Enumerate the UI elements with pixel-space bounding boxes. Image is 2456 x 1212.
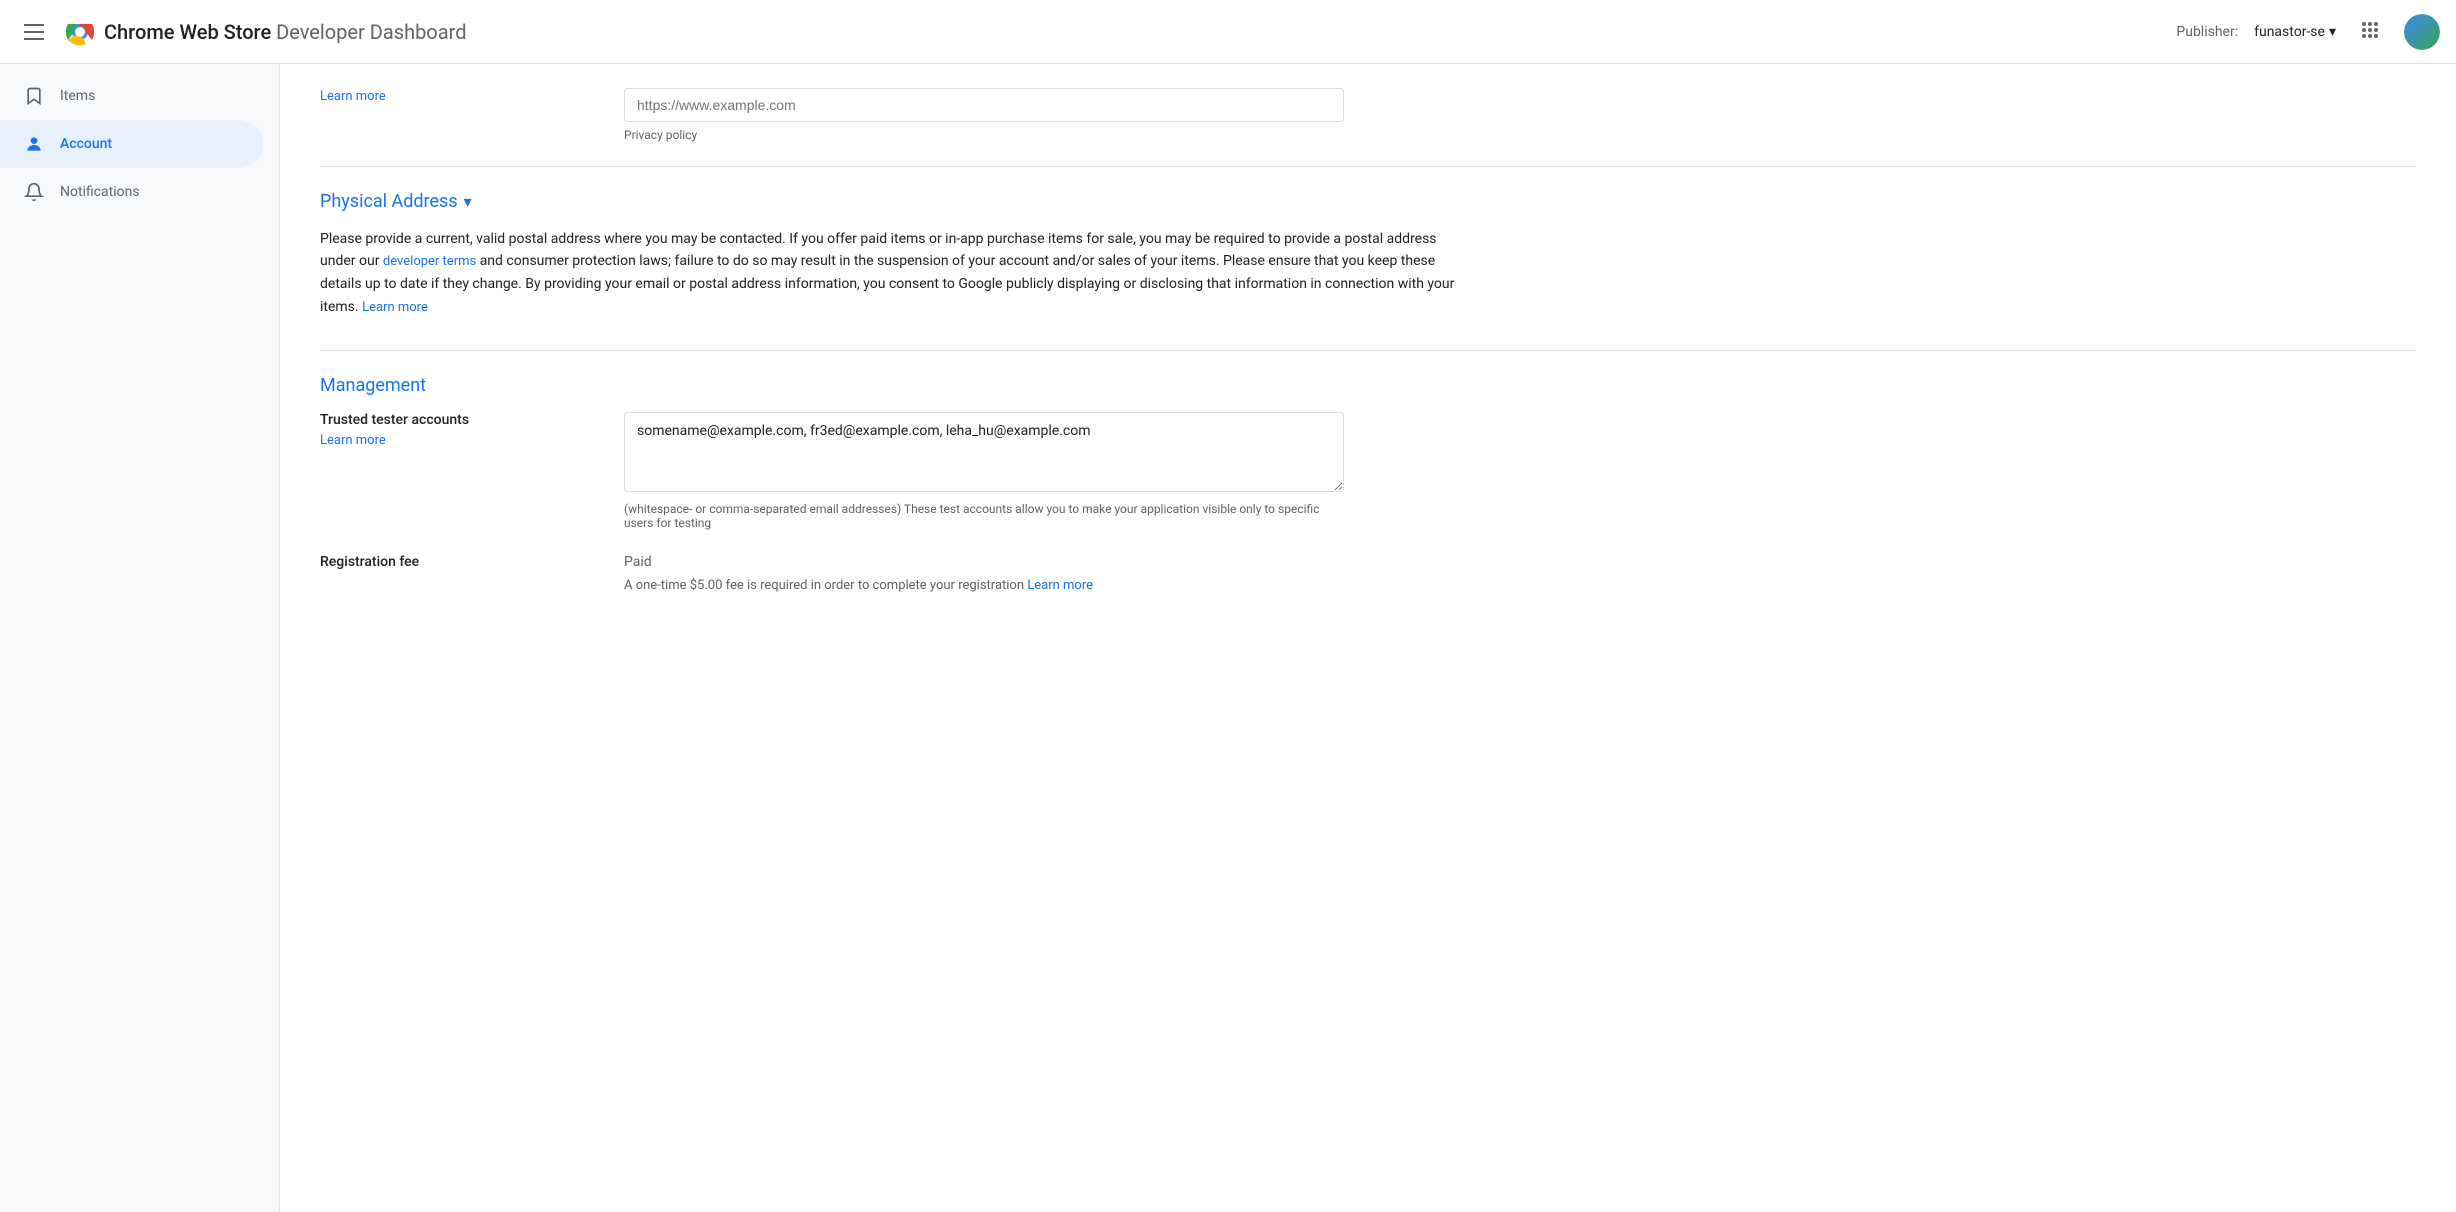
physical-address-description: Please provide a current, valid postal a… — [320, 228, 1460, 318]
privacy-policy-input[interactable] — [624, 88, 1344, 122]
chrome-logo-icon — [64, 16, 96, 48]
bookmark-icon — [24, 86, 44, 106]
registration-fee-row: Registration fee Paid A one-time $5.00 f… — [320, 554, 2416, 593]
physical-address-section: Physical Address ▾ Please provide a curr… — [320, 191, 2416, 318]
apps-grid-icon[interactable] — [2352, 12, 2388, 52]
divider-2 — [320, 350, 2416, 351]
sidebar-notifications-label: Notifications — [60, 184, 140, 200]
privacy-policy-input-col: Privacy policy — [624, 88, 1344, 142]
privacy-policy-learn-more-link[interactable]: Learn more — [320, 89, 386, 104]
privacy-policy-label-col: Learn more — [320, 88, 600, 104]
sidebar-item-notifications[interactable]: Notifications — [0, 168, 263, 216]
sidebar: Items Account Notifications — [0, 64, 280, 1212]
registration-fee-label: Registration fee — [320, 554, 600, 570]
registration-fee-learn-more-link[interactable]: Learn more — [1027, 578, 1093, 593]
privacy-policy-section: Learn more Privacy policy — [320, 88, 2416, 142]
hamburger-menu-button[interactable] — [16, 16, 52, 48]
trusted-tester-hint: (whitespace- or comma-separated email ad… — [624, 502, 1344, 530]
management-title: Management — [320, 375, 2416, 396]
registration-fee-value-col: Paid A one-time $5.00 fee is required in… — [624, 554, 1344, 593]
app-header: Chrome Web Store Developer Dashboard Pub… — [0, 0, 2456, 64]
chevron-down-icon: ▾ — [464, 192, 472, 211]
registration-fee-description: A one-time $5.00 fee is required in orde… — [624, 578, 1344, 593]
developer-terms-link[interactable]: developer terms — [383, 254, 476, 269]
bell-icon — [24, 182, 44, 202]
logo-container: Chrome Web Store Developer Dashboard — [64, 16, 466, 48]
management-section: Management Trusted tester accounts Learn… — [320, 375, 2416, 593]
physical-address-title[interactable]: Physical Address ▾ — [320, 191, 2416, 212]
account-icon — [24, 134, 44, 154]
privacy-policy-label-text: Privacy policy — [624, 128, 1344, 142]
physical-address-learn-more-link[interactable]: Learn more — [362, 300, 428, 315]
divider-1 — [320, 166, 2416, 167]
publisher-label: Publisher: — [2176, 24, 2238, 40]
trusted-tester-label: Trusted tester accounts — [320, 412, 600, 428]
app-container: Items Account Notifications — [0, 64, 2456, 1212]
publisher-dropdown[interactable]: funastor-se ▾ — [2254, 24, 2336, 40]
header-left: Chrome Web Store Developer Dashboard — [16, 16, 2176, 48]
user-avatar[interactable] — [2404, 14, 2440, 50]
registration-fee-value: Paid — [624, 554, 1344, 570]
sidebar-account-label: Account — [60, 136, 112, 152]
trusted-tester-learn-more-link[interactable]: Learn more — [320, 433, 386, 448]
header-title: Chrome Web Store Developer Dashboard — [104, 20, 466, 44]
trusted-tester-row: Trusted tester accounts Learn more somen… — [320, 412, 2416, 530]
sidebar-item-account[interactable]: Account — [0, 120, 263, 168]
trusted-tester-input-col: somename@example.com, fr3ed@example.com,… — [624, 412, 1344, 530]
sidebar-items-label: Items — [60, 88, 95, 104]
trusted-tester-label-col: Trusted tester accounts Learn more — [320, 412, 600, 448]
sidebar-item-items[interactable]: Items — [0, 72, 263, 120]
header-right: Publisher: funastor-se ▾ — [2176, 12, 2440, 52]
registration-fee-label-col: Registration fee — [320, 554, 600, 574]
trusted-tester-textarea[interactable]: somename@example.com, fr3ed@example.com,… — [624, 412, 1344, 492]
chevron-down-icon: ▾ — [2329, 24, 2336, 40]
main-content: Learn more Privacy policy Physical Addre… — [280, 64, 2456, 1212]
